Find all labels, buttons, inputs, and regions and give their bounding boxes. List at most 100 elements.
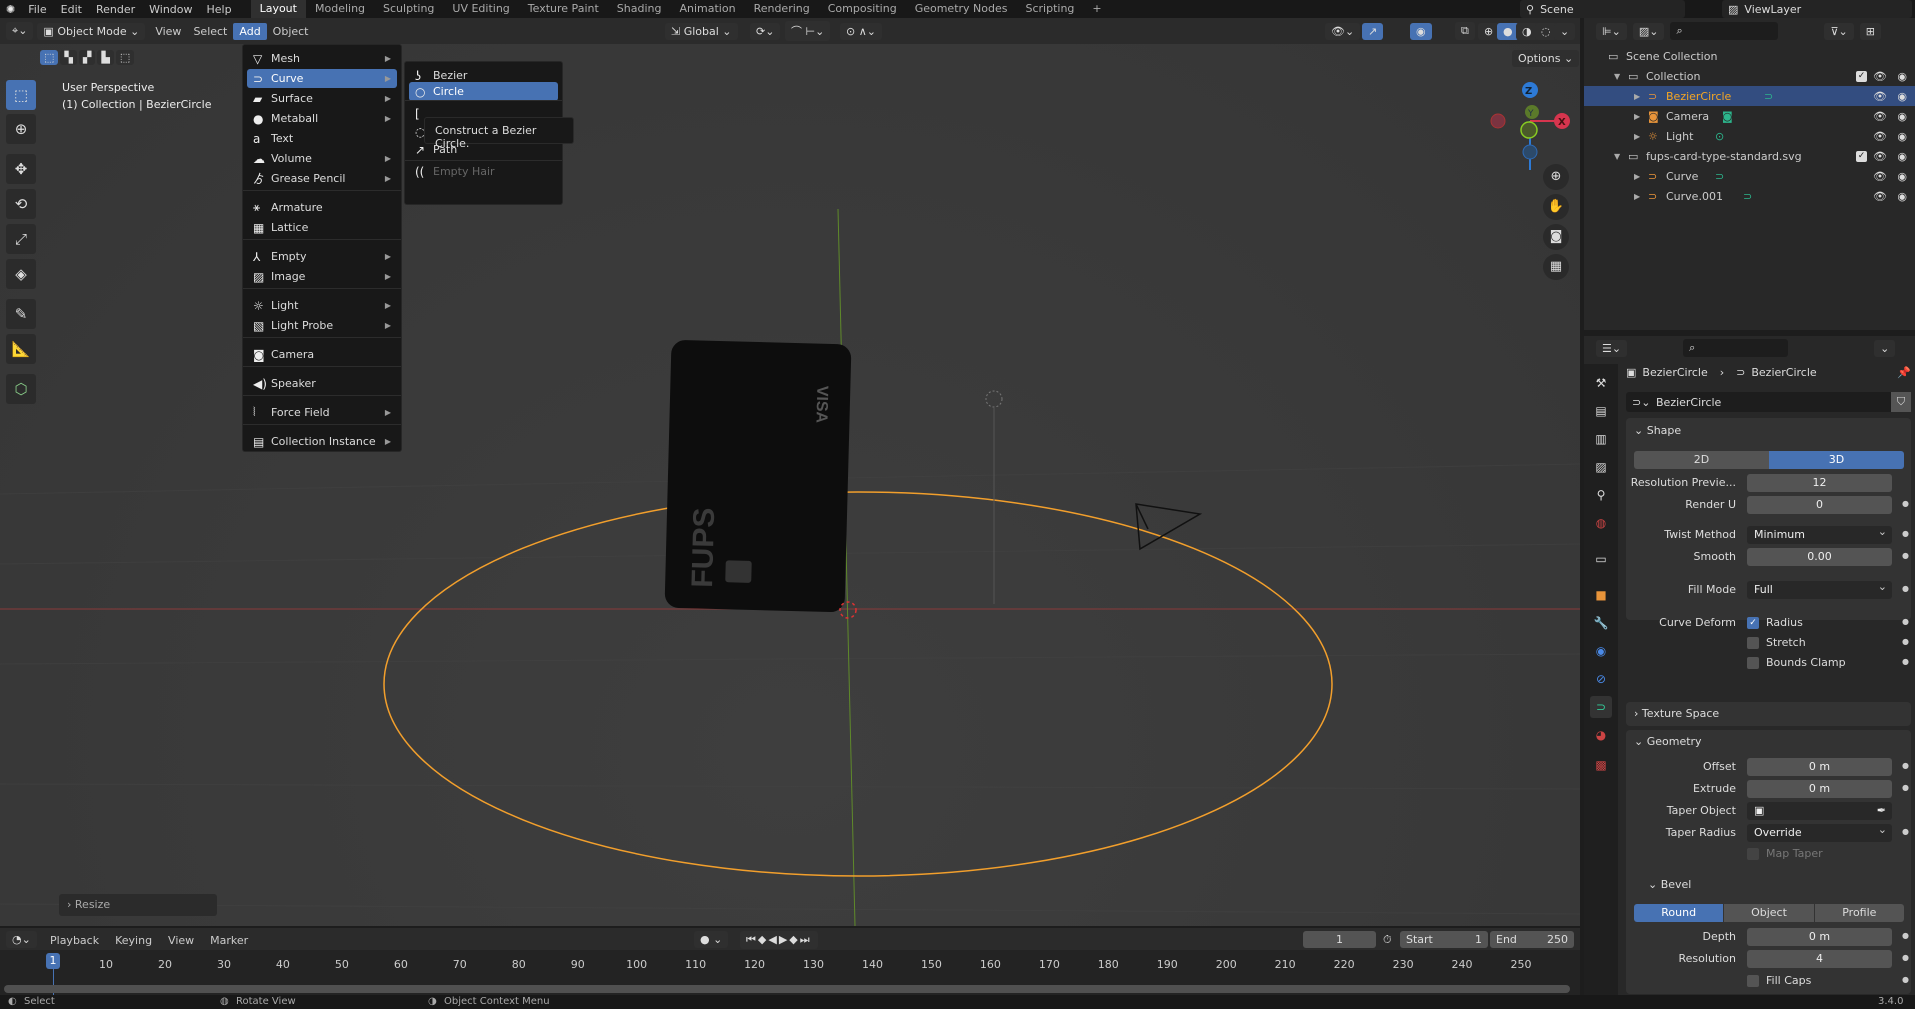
view-layer-name[interactable]: ViewLayer — [1744, 3, 1801, 16]
eyedropper-icon[interactable]: ✒ — [1877, 802, 1886, 820]
geometry-panel-header[interactable]: ⌄ Geometry — [1634, 735, 1702, 748]
outliner-row-beziercircle[interactable]: ▶ ⊃ BezierCircle ⊃ 👁 ◉ — [1584, 86, 1915, 106]
visibility-eye-icon[interactable]: 👁 — [1873, 150, 1887, 163]
pin-icon[interactable]: 📌 — [1897, 366, 1911, 379]
tab-compositing[interactable]: Compositing — [819, 0, 906, 18]
collection-tab-icon[interactable]: ▭ — [1590, 548, 1612, 570]
pivot-point-button[interactable]: ⟳⌄ — [750, 22, 781, 40]
tab-animation[interactable]: Animation — [670, 0, 744, 18]
shape-panel-header[interactable]: ⌄ Shape — [1634, 424, 1681, 437]
annotate-tool-icon[interactable]: ✎ — [6, 299, 36, 329]
timeline-menu-playback[interactable]: Playback — [44, 932, 105, 949]
dim-2d-button[interactable]: 2D — [1634, 451, 1769, 469]
twist-method-dropdown[interactable]: Minimum — [1747, 523, 1892, 544]
editor-type-button[interactable]: ◔⌄ — [6, 931, 37, 948]
bevel-object-button[interactable]: Object — [1724, 904, 1814, 922]
snap-button[interactable]: ⌒ ⊢⌄ — [785, 21, 831, 41]
display-mode-button[interactable]: ⊫⌄ — [1596, 22, 1627, 40]
datablock-selector[interactable]: ⊃⌄ BezierCircle ⛉ — [1626, 392, 1911, 412]
last-operator-panel[interactable]: › Resize — [59, 894, 217, 916]
add-menu-item-light-probe[interactable]: ▧ Light Probe ▶ — [247, 316, 397, 335]
object-tab-icon[interactable]: ■ — [1590, 584, 1612, 606]
timeline-menu-view[interactable]: View — [162, 932, 200, 949]
keyframe-dot[interactable]: ● — [1902, 975, 1909, 984]
add-menu-item-lattice[interactable]: ▦ Lattice — [247, 218, 397, 237]
mode-dropdown[interactable]: ▣ Object Mode ⌄ — [37, 22, 146, 40]
stopwatch-icon[interactable]: ⏱ — [1383, 933, 1392, 947]
tab-texture-paint[interactable]: Texture Paint — [519, 0, 608, 18]
add-menu-item-speaker[interactable]: ◀) Speaker — [247, 374, 397, 393]
add-menu-item-mesh[interactable]: ▽ Mesh ▶ — [247, 49, 397, 68]
timeline-menu-keying[interactable]: Keying — [109, 932, 158, 949]
render-camera-icon[interactable]: ◉ — [1897, 190, 1907, 203]
map-taper-checkbox[interactable] — [1747, 848, 1759, 860]
add-menu-item-force-field[interactable]: ⦚ Force Field ▶ — [247, 403, 397, 422]
outliner-row-light[interactable]: ▶ ☼ Light ⊙ 👁 ◉ — [1584, 126, 1915, 146]
visibility-eye-icon[interactable]: 👁 — [1873, 110, 1887, 123]
tab-geometry-nodes[interactable]: Geometry Nodes — [906, 0, 1017, 18]
depth-field[interactable]: 0 m — [1747, 928, 1892, 946]
select-box-tool-icon[interactable]: ⬚ — [6, 80, 36, 110]
exclude-checkbox[interactable]: ✓ — [1856, 150, 1867, 162]
curve-menu-item-circle[interactable]: ○ Circle — [409, 82, 558, 101]
new-collection-icon[interactable]: ⊞ — [1859, 22, 1881, 40]
add-menu-item-metaball[interactable]: ● Metaball ▶ — [247, 109, 397, 128]
outliner-search-input[interactable]: ⌕ — [1670, 22, 1779, 40]
add-menu-item-curve[interactable]: ⊃ Curve ▶ — [247, 69, 397, 88]
tab-layout[interactable]: Layout — [250, 0, 306, 18]
add-menu-item-grease-pencil[interactable]: ゟ Grease Pencil ▶ — [247, 169, 397, 188]
keyframe-dot[interactable]: ● — [1902, 657, 1909, 666]
particles-tab-icon[interactable]: ◉ — [1590, 640, 1612, 662]
select-invert-button[interactable]: ▙ — [97, 50, 114, 65]
outliner-row-fups-card-type-standard-svg[interactable]: ▼ ▭ fups-card-type-standard.svg ✓ 👁 ◉ — [1584, 146, 1915, 166]
render-u-field[interactable]: 0 — [1747, 496, 1892, 514]
keyframe-dot[interactable]: ● — [1902, 551, 1909, 560]
timeline-scrollbar[interactable] — [4, 985, 1570, 993]
menu-view[interactable]: View — [149, 23, 187, 40]
tab-scripting[interactable]: Scripting — [1016, 0, 1083, 18]
render-camera-icon[interactable]: ◉ — [1897, 110, 1907, 123]
add-menu-item-text[interactable]: a Text — [247, 129, 397, 148]
output-tab-icon[interactable]: ▥ — [1590, 428, 1612, 450]
cursor-tool-icon[interactable]: ⊕ — [6, 114, 36, 144]
texture-space-panel[interactable]: › Texture Space — [1626, 702, 1911, 726]
curve-data-tab-icon[interactable]: ⊃ — [1590, 696, 1612, 718]
measure-tool-icon[interactable]: 📐 — [6, 334, 36, 364]
outliner-row-scene-collection[interactable]: ▭ Scene Collection — [1584, 46, 1915, 66]
tool-tab-icon[interactable]: ⚒ — [1590, 372, 1612, 394]
scene-tab-icon[interactable]: ⚲ — [1590, 484, 1612, 506]
outliner-row-curve[interactable]: ▶ ⊃ Curve ⊃ 👁 ◉ — [1584, 166, 1915, 186]
keyframe-dot[interactable]: ● — [1902, 931, 1909, 940]
stretch-checkbox[interactable] — [1747, 637, 1759, 649]
filter-view-button[interactable]: ▨⌄ — [1632, 22, 1665, 40]
menu-window[interactable]: Window — [142, 3, 199, 16]
tab-rendering[interactable]: Rendering — [745, 0, 819, 18]
select-new-button[interactable]: ⬚ — [40, 50, 59, 65]
bevel-profile-button[interactable]: Profile — [1814, 904, 1904, 922]
add-workspace-button[interactable]: + — [1083, 0, 1110, 18]
world-tab-icon[interactable]: ◍ — [1590, 512, 1612, 534]
add-menu-item-light[interactable]: ☼ Light ▶ — [247, 296, 397, 315]
texture-tab-icon[interactable]: ▩ — [1590, 754, 1612, 776]
add-menu-item-camera[interactable]: ◙ Camera — [247, 345, 397, 364]
options-chevron-icon[interactable]: ⌄ — [1874, 339, 1896, 357]
gizmo-toggle[interactable]: ↗ — [1362, 22, 1384, 40]
menu-object[interactable]: Object — [267, 23, 315, 40]
datablock-name-field[interactable]: BezierCircle — [1656, 396, 1721, 409]
fill-caps-checkbox[interactable] — [1747, 975, 1759, 987]
expand-right-icon[interactable]: ▶ — [1634, 132, 1640, 141]
outliner-row-camera[interactable]: ▶ ◙ Camera ◙ 👁 ◉ — [1584, 106, 1915, 126]
camera-data-icon[interactable]: ◙ — [1722, 110, 1733, 123]
proportional-edit-button[interactable]: ⊙ ∧⌄ — [840, 22, 882, 40]
editor-type-button[interactable]: ☰⌄ — [1596, 339, 1628, 357]
modifier-tab-icon[interactable]: 🔧 — [1590, 612, 1612, 634]
tab-uv-editing[interactable]: UV Editing — [443, 0, 518, 18]
radius-checkbox[interactable]: ✓ — [1747, 617, 1759, 629]
visibility-eye-icon[interactable]: 👁 — [1873, 170, 1887, 183]
select-extend-button[interactable]: ▚ — [60, 50, 77, 65]
fill-mode-dropdown[interactable]: Full — [1747, 578, 1892, 599]
visibility-eye-icon[interactable]: 👁 — [1873, 70, 1887, 83]
render-camera-icon[interactable]: ◉ — [1897, 170, 1907, 183]
visibility-eye-icon[interactable]: 👁 — [1873, 90, 1887, 103]
curve-data-icon[interactable]: ⊃⌄ — [1626, 396, 1656, 409]
